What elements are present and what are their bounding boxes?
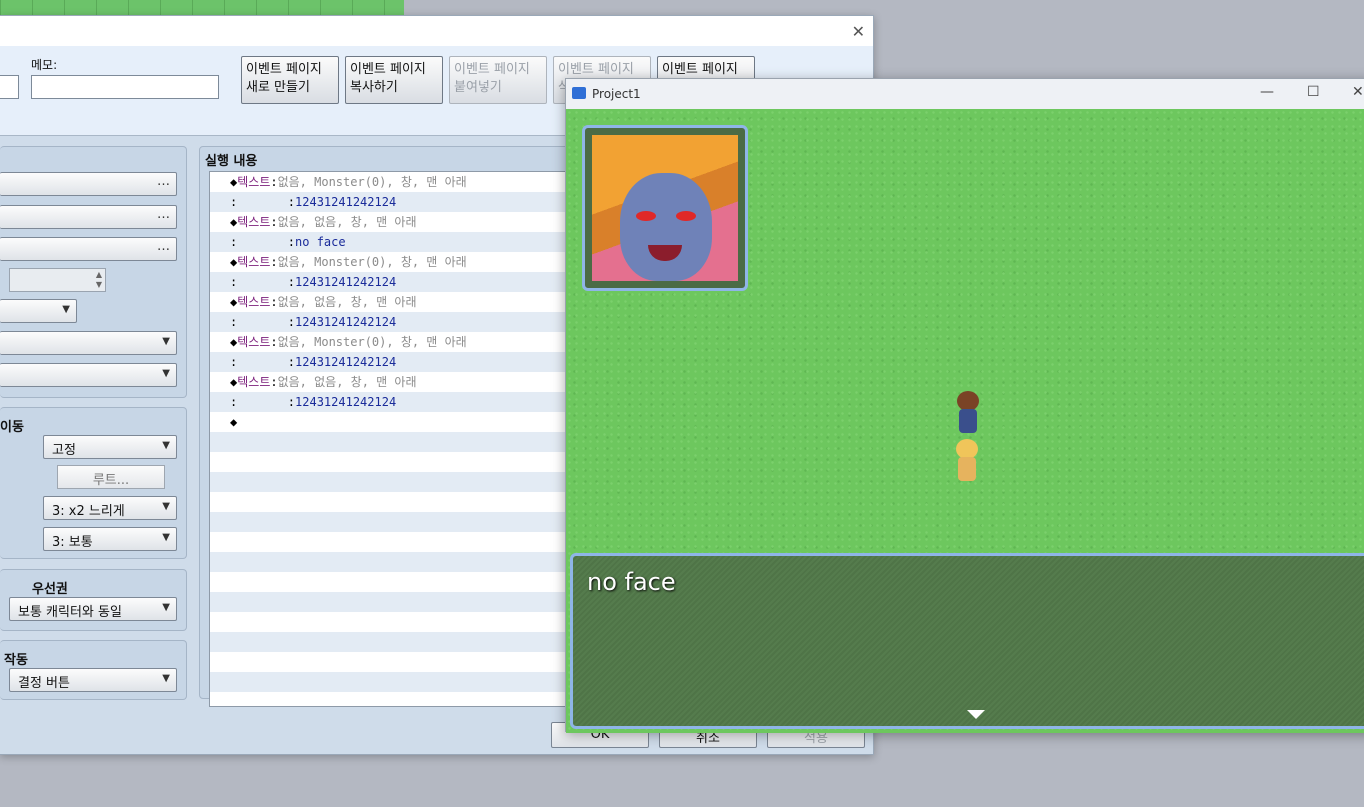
- command-message: 12431241242124: [295, 355, 397, 369]
- command-row[interactable]: : :12431241242124: [210, 192, 568, 212]
- command-name: 텍스트: [237, 215, 271, 229]
- command-params: 없음, Monster(0), 창, 맨 아래: [277, 335, 467, 349]
- empty-row[interactable]: [210, 472, 568, 492]
- command-row[interactable]: ◆텍스트:없음, 없음, 창, 맨 아래: [210, 292, 568, 312]
- command-row[interactable]: : :12431241242124: [210, 272, 568, 292]
- command-message: 12431241242124: [295, 195, 397, 209]
- empty-row[interactable]: [210, 552, 568, 572]
- diamond-icon: ◆: [230, 415, 238, 429]
- command-params: 없음, 없음, 창, 맨 아래: [277, 375, 417, 389]
- trigger-title: 작동: [4, 653, 28, 668]
- command-row[interactable]: : :12431241242124: [210, 312, 568, 332]
- game-canvas[interactable]: no face: [566, 109, 1364, 733]
- monster-face-portrait: [592, 135, 738, 281]
- game-window: Project1 — ☐ ✕ no face: [565, 78, 1364, 733]
- command-name: 텍스트: [237, 255, 271, 269]
- command-name: 텍스트: [237, 295, 271, 309]
- game-title: Project1: [592, 87, 641, 101]
- command-row[interactable]: : :12431241242124: [210, 392, 568, 412]
- map-tiles-strip: [0, 0, 404, 16]
- command-message: 12431241242124: [295, 315, 397, 329]
- command-message: 12431241242124: [295, 275, 397, 289]
- condition-actor[interactable]: ▼: [0, 363, 177, 387]
- editor-titlebar: ✕: [0, 16, 873, 46]
- command-name: 텍스트: [237, 175, 271, 189]
- command-message: 12431241242124: [295, 395, 397, 409]
- empty-row[interactable]: [210, 632, 568, 652]
- empty-row[interactable]: [210, 452, 568, 472]
- new-page-button[interactable]: 이벤트 페이지 새로 만들기: [241, 56, 339, 104]
- condition-variable[interactable]: …: [0, 237, 177, 261]
- exec-title: 실행 내용: [205, 154, 258, 169]
- movement-panel: 이동 고정 ▼ 루트... 3: x2 느리게 ▼ 3: 보통 ▼: [0, 407, 187, 559]
- empty-row[interactable]: [210, 652, 568, 672]
- app-icon: [572, 87, 586, 99]
- memo-label: 메모:: [31, 58, 58, 72]
- game-titlebar: Project1 — ☐ ✕: [566, 79, 1364, 109]
- command-params: 없음, 없음, 창, 맨 아래: [277, 215, 417, 229]
- follower-character-sprite: [950, 439, 984, 485]
- condition-switch-1[interactable]: …: [0, 172, 177, 196]
- movement-speed-select[interactable]: 3: x2 느리게 ▼: [43, 496, 177, 520]
- memo-input[interactable]: [31, 75, 219, 99]
- command-row[interactable]: ◆텍스트:없음, Monster(0), 창, 맨 아래: [210, 172, 568, 192]
- command-row[interactable]: ◆텍스트:없음, 없음, 창, 맨 아래: [210, 212, 568, 232]
- message-window: no face: [570, 553, 1364, 729]
- command-row[interactable]: ◆텍스트:없음, 없음, 창, 맨 아래: [210, 372, 568, 392]
- trigger-select[interactable]: 결정 버튼 ▼: [9, 668, 177, 692]
- exec-command-list[interactable]: ◆텍스트:없음, Monster(0), 창, 맨 아래: :124312412…: [209, 171, 569, 707]
- paste-page-button[interactable]: 이벤트 페이지 붙여넣기: [449, 56, 547, 104]
- empty-row[interactable]: [210, 612, 568, 632]
- face-window: [582, 125, 748, 291]
- empty-row[interactable]: [210, 672, 568, 692]
- close-icon[interactable]: ✕: [852, 22, 865, 41]
- command-row[interactable]: : :no face: [210, 232, 568, 252]
- condition-self-switch[interactable]: ▼: [0, 299, 77, 323]
- empty-row[interactable]: [210, 512, 568, 532]
- priority-title: 우선권: [32, 582, 68, 597]
- command-row[interactable]: ◆: [210, 412, 568, 432]
- empty-row[interactable]: [210, 432, 568, 452]
- pause-arrow-icon: [967, 710, 985, 719]
- command-params: 없음, Monster(0), 창, 맨 아래: [277, 255, 467, 269]
- player-character-sprite: [951, 391, 985, 437]
- condition-switch-2[interactable]: …: [0, 205, 177, 229]
- message-text: no face: [587, 568, 676, 596]
- minimize-icon[interactable]: —: [1260, 84, 1274, 100]
- command-params: 없음, Monster(0), 창, 맨 아래: [277, 175, 467, 189]
- event-name-input[interactable]: [0, 75, 19, 99]
- command-message: no face: [295, 235, 346, 249]
- copy-page-button[interactable]: 이벤트 페이지 복사하기: [345, 56, 443, 104]
- command-name: 텍스트: [237, 375, 271, 389]
- route-button[interactable]: 루트...: [57, 465, 165, 489]
- priority-select[interactable]: 보통 캐릭터와 동일 ▼: [9, 597, 177, 621]
- command-params: 없음, 없음, 창, 맨 아래: [277, 295, 417, 309]
- condition-item[interactable]: ▼: [0, 331, 177, 355]
- empty-row[interactable]: [210, 572, 568, 592]
- command-row[interactable]: ◆텍스트:없음, Monster(0), 창, 맨 아래: [210, 332, 568, 352]
- command-row[interactable]: ◆텍스트:없음, Monster(0), 창, 맨 아래: [210, 252, 568, 272]
- empty-row[interactable]: [210, 532, 568, 552]
- conditions-panel: … … … ▲ ▼ ▼ ▼ ▼: [0, 146, 187, 398]
- movement-title: 이동: [0, 420, 24, 435]
- priority-panel: 우선권 보통 캐릭터와 동일 ▼: [0, 569, 187, 631]
- close-window-icon[interactable]: ✕: [1352, 84, 1364, 100]
- trigger-panel: 작동 결정 버튼 ▼: [0, 640, 187, 700]
- empty-row[interactable]: [210, 692, 568, 706]
- movement-frequency-select[interactable]: 3: 보통 ▼: [43, 527, 177, 551]
- maximize-icon[interactable]: ☐: [1307, 84, 1320, 100]
- empty-row[interactable]: [210, 592, 568, 612]
- empty-row[interactable]: [210, 492, 568, 512]
- movement-type-select[interactable]: 고정 ▼: [43, 435, 177, 459]
- command-row[interactable]: : :12431241242124: [210, 352, 568, 372]
- command-name: 텍스트: [237, 335, 271, 349]
- condition-value-spinner[interactable]: ▲ ▼: [9, 268, 106, 292]
